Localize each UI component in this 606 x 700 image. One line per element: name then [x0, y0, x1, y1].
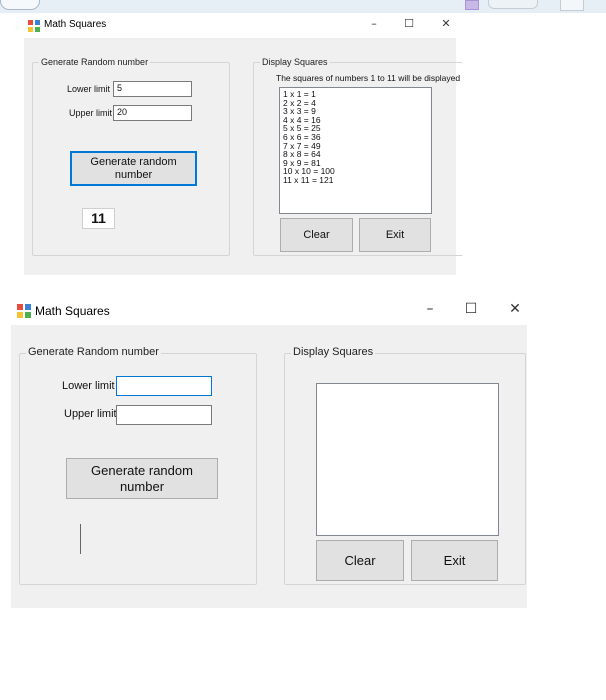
upper-limit-label: Upper limit [64, 408, 117, 420]
generate-random-button-label: Generate random number [91, 462, 193, 494]
generate-random-groupbox: Generate Random number Lower limit Upper… [19, 346, 257, 585]
display-group-title: Display Squares [260, 57, 330, 67]
title-bar[interactable]: Math Squares – ☐ ✕ [11, 296, 527, 325]
result-label-caret [80, 524, 81, 554]
maximize-button[interactable]: ☐ [459, 301, 483, 317]
random-number-result: 11 [82, 208, 115, 229]
squares-listbox[interactable] [316, 383, 499, 536]
generate-random-button[interactable]: Generate random number [70, 151, 197, 186]
taskbar-app-icon [465, 0, 479, 10]
lower-limit-input[interactable] [116, 376, 212, 396]
close-button[interactable]: ✕ [436, 17, 456, 30]
desktop-top-strip [0, 0, 606, 13]
clear-button[interactable]: Clear [280, 218, 353, 252]
maximize-button[interactable]: ☐ [399, 17, 419, 30]
lower-limit-label: Lower limit [67, 84, 111, 94]
lower-limit-label: Lower limit [62, 380, 115, 392]
lower-limit-input[interactable]: 5 [113, 81, 192, 97]
generate-random-groupbox: Generate Random number Lower limit 5 Upp… [32, 57, 230, 256]
upper-limit-input[interactable] [116, 405, 212, 425]
app-form-icon [28, 20, 40, 32]
minimize-button[interactable]: – [418, 301, 442, 317]
clear-button-label: Clear [303, 228, 330, 241]
taskbar-item [560, 0, 584, 11]
squares-caption: The squares of numbers 1 to 11 will be d… [276, 73, 461, 83]
exit-button-label: Exit [385, 228, 405, 241]
exit-button-label: Exit [443, 552, 466, 568]
upper-limit-input[interactable]: 20 [113, 105, 192, 121]
browser-tab-fragment [0, 0, 40, 10]
squares-listbox[interactable]: 1 x 1 = 12 x 2 = 43 x 3 = 94 x 4 = 16 5 x… [279, 87, 432, 214]
upper-limit-label: Upper limit [69, 108, 113, 118]
minimize-button[interactable]: – [364, 17, 384, 30]
exit-button[interactable]: Exit [359, 218, 431, 252]
exit-button[interactable]: Exit [411, 540, 498, 581]
generate-group-title: Generate Random number [26, 346, 161, 358]
math-squares-window-filled: Math Squares – ☐ ✕ Generate Random numbe… [24, 13, 463, 275]
display-group-title: Display Squares [291, 346, 376, 358]
display-squares-groupbox: Display Squares Clear Exit [284, 346, 526, 585]
close-button[interactable]: ✕ [503, 301, 527, 317]
generate-random-button[interactable]: Generate random number [66, 458, 218, 499]
squares-list-item[interactable]: 11 x 11 = 121 [283, 176, 428, 185]
window-title: Math Squares [35, 304, 110, 318]
title-bar[interactable]: Math Squares – ☐ ✕ [24, 13, 456, 38]
app-form-icon [17, 304, 31, 318]
clear-button[interactable]: Clear [316, 540, 404, 581]
generate-random-button-label: Generate random number [90, 155, 177, 181]
generate-group-title: Generate Random number [39, 57, 151, 67]
math-squares-window-empty: Math Squares – ☐ ✕ Generate Random numbe… [11, 296, 527, 608]
window-title: Math Squares [44, 19, 107, 30]
clear-button-label: Clear [344, 552, 376, 568]
taskbar-item [488, 0, 538, 9]
display-squares-groupbox: Display Squares The squares of numbers 1… [253, 57, 463, 256]
